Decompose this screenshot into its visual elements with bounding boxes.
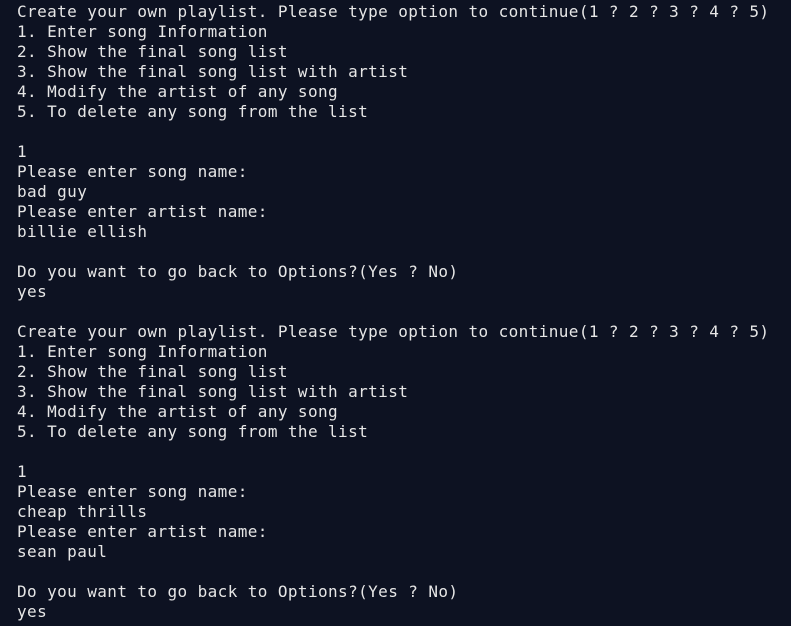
menu-option-2: 2. Show the final song list	[17, 362, 288, 381]
menu-option-3: 3. Show the final song list with artist	[17, 62, 409, 81]
menu-option-4: 4. Modify the artist of any song	[17, 402, 339, 421]
menu-option-5: 5. To delete any song from the list	[17, 422, 369, 441]
user-input-go-back: yes	[17, 602, 48, 621]
menu-option-1: 1. Enter song Information	[17, 342, 268, 361]
menu-option-5: 5. To delete any song from the list	[17, 102, 369, 121]
menu-option-4: 4. Modify the artist of any song	[17, 82, 339, 101]
go-back-prompt: Do you want to go back to Options?(Yes ?…	[17, 582, 459, 601]
menu-prompt: Create your own playlist. Please type op…	[17, 322, 770, 341]
menu-option-2: 2. Show the final song list	[17, 42, 288, 61]
menu-option-3: 3. Show the final song list with artist	[17, 382, 409, 401]
artist-name-prompt: Please enter artist name:	[17, 202, 268, 221]
song-name-prompt: Please enter song name:	[17, 482, 248, 501]
song-name-prompt: Please enter song name:	[17, 162, 248, 181]
terminal-output[interactable]: Create your own playlist. Please type op…	[0, 0, 791, 626]
user-input-artist-name: sean paul	[17, 542, 108, 561]
user-input-artist-name: billie ellish	[17, 222, 148, 241]
menu-option-1: 1. Enter song Information	[17, 22, 268, 41]
user-input-go-back: yes	[17, 282, 48, 301]
artist-name-prompt: Please enter artist name:	[17, 522, 268, 541]
user-input-song-name: bad guy	[17, 182, 88, 201]
user-input-option: 1	[17, 462, 28, 481]
menu-prompt: Create your own playlist. Please type op…	[17, 2, 770, 21]
user-input-song-name: cheap thrills	[17, 502, 148, 521]
go-back-prompt: Do you want to go back to Options?(Yes ?…	[17, 262, 459, 281]
user-input-option: 1	[17, 142, 28, 161]
